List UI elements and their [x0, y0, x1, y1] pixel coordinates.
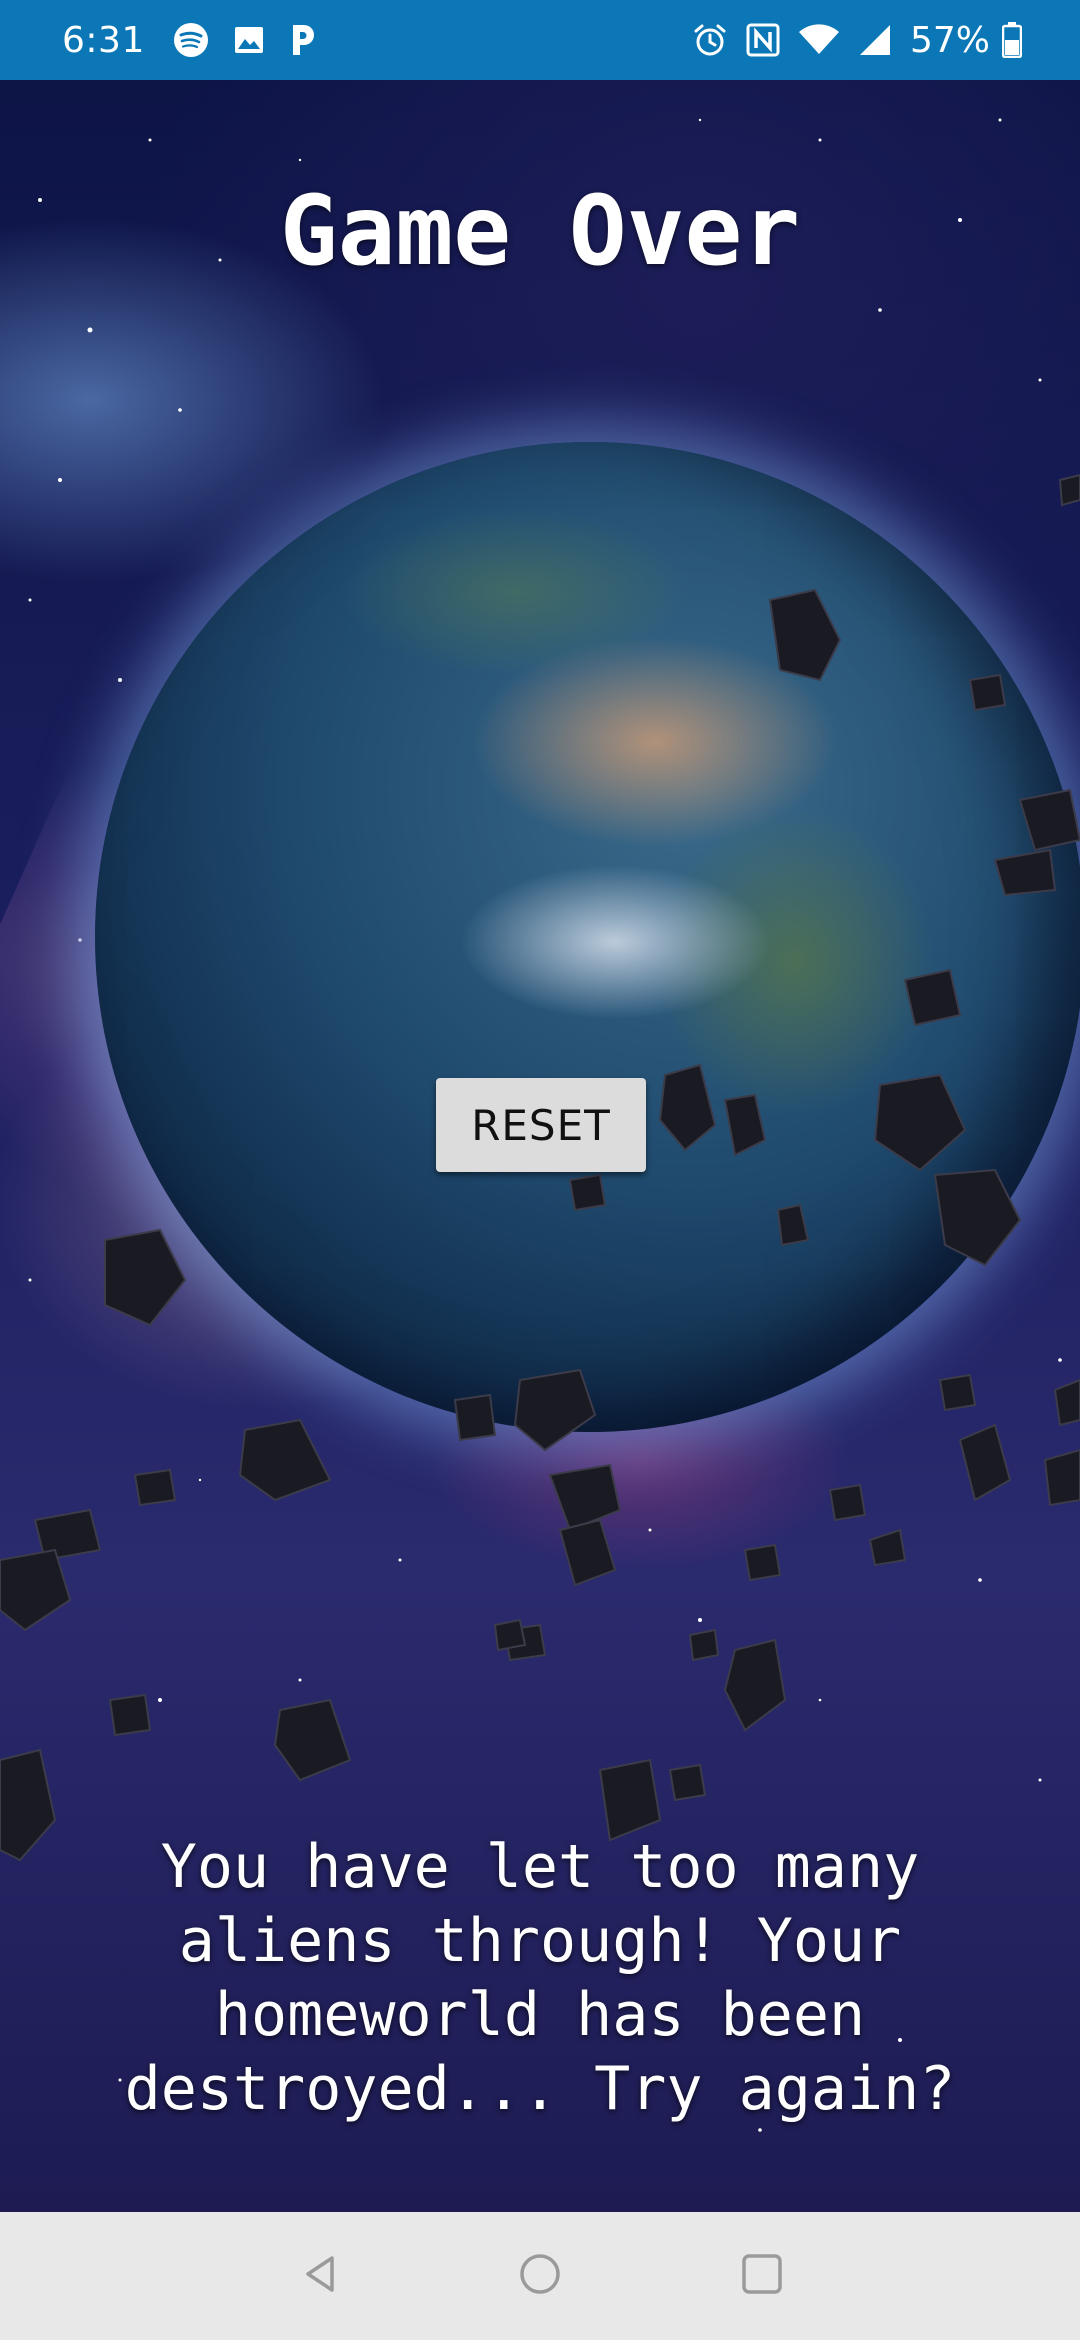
recents-button[interactable] [702, 2212, 822, 2340]
asteroid [1043, 1448, 1080, 1507]
asteroid [958, 1423, 1012, 1502]
asteroid [104, 1228, 187, 1327]
asteroid [776, 1203, 810, 1247]
home-button[interactable] [480, 2212, 600, 2340]
asteroid [993, 848, 1057, 897]
status-bar: 6:31 57% [0, 0, 1080, 80]
recents-icon [740, 2252, 784, 2301]
asteroid [868, 1528, 907, 1567]
back-button[interactable] [260, 2212, 380, 2340]
reset-button[interactable]: RESET [436, 1078, 646, 1172]
asteroid [938, 1373, 977, 1412]
asteroid [133, 1468, 177, 1507]
asteroid [658, 1063, 717, 1152]
asteroid [723, 1638, 787, 1732]
asteroid [0, 1748, 57, 1862]
asteroid [548, 1463, 622, 1532]
nfc-icon [746, 23, 780, 57]
asteroid [688, 1628, 720, 1662]
asteroid [453, 1393, 497, 1442]
asteroid [273, 1698, 352, 1782]
asteroid [668, 1763, 707, 1802]
status-bar-right: 57% [692, 0, 1040, 80]
asteroid [238, 1418, 332, 1502]
asteroid [968, 673, 1007, 712]
game-over-message: You have let too many aliens through! Yo… [124, 1832, 956, 2124]
asteroid [568, 1173, 607, 1212]
asteroid [768, 588, 842, 682]
asteroid [903, 968, 962, 1027]
game-over-title: Game Over [279, 175, 801, 287]
wifi-icon [798, 24, 840, 56]
asteroid [558, 1518, 617, 1587]
asteroid [933, 1168, 1022, 1267]
back-icon [298, 2252, 342, 2301]
asteroid [598, 1758, 662, 1842]
asteroid [1053, 1378, 1080, 1427]
asteroid [513, 1368, 597, 1452]
asteroid [828, 1483, 867, 1522]
asteroid [1018, 788, 1080, 852]
game-screen: Game Over RESET You have let too many al… [0, 80, 1080, 2212]
asteroid [743, 1543, 782, 1582]
spotify-icon [173, 22, 209, 58]
status-bar-left: 6:31 [62, 0, 341, 80]
asteroid [723, 1093, 767, 1157]
signal-icon [858, 23, 892, 57]
asteroid [0, 1548, 72, 1632]
asteroid [873, 1073, 967, 1172]
asteroid [1058, 473, 1080, 507]
pandora-icon [289, 23, 317, 57]
battery-percent: 57% [909, 19, 990, 61]
status-time: 6:31 [62, 19, 145, 61]
battery-icon [1002, 22, 1022, 58]
home-icon [518, 2252, 562, 2301]
image-icon [233, 24, 265, 56]
navigation-bar [0, 2212, 1080, 2340]
asteroid [493, 1618, 527, 1652]
alarm-icon [692, 22, 728, 58]
asteroid [108, 1693, 152, 1737]
